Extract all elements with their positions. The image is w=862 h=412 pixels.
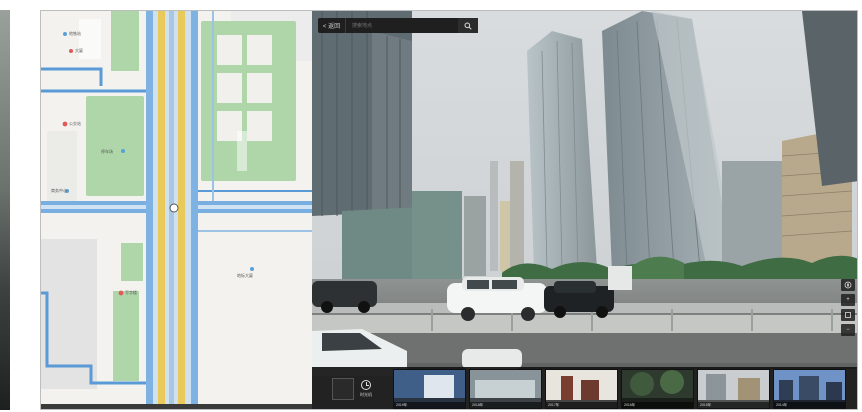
thumbnail-caption: 2017年 — [546, 402, 617, 408]
history-thumbnail[interactable]: 2014年 — [773, 369, 846, 409]
clock-icon — [361, 380, 371, 390]
history-thumbnail[interactable]: 2018年 — [469, 369, 542, 409]
map-panel[interactable]: 地铁站 大厦 公交站 停车场 写字楼 商务中心 地标大厦 — [41, 11, 312, 410]
history-thumbnail[interactable]: 2016年 — [621, 369, 694, 409]
street-view-panorama[interactable]: < 返回 + − — [312, 11, 858, 410]
search-input[interactable] — [346, 18, 458, 33]
history-thumbnail[interactable]: 2015年 — [697, 369, 770, 409]
compass-button[interactable] — [841, 279, 855, 291]
time-machine-dock: 时光机 — [314, 369, 390, 409]
fullscreen-button[interactable] — [841, 309, 855, 321]
current-view-thumbnail[interactable] — [332, 378, 354, 400]
time-machine-button[interactable]: 时光机 — [360, 380, 372, 398]
location-search-bar: < 返回 — [318, 18, 478, 33]
history-thumbnail[interactable]: 2017年 — [545, 369, 618, 409]
search-button[interactable] — [458, 18, 478, 33]
map-footer-bar — [41, 404, 312, 409]
previous-photo-edge — [0, 10, 10, 410]
thumbnail-caption: 2015年 — [698, 402, 769, 408]
zoom-out-button[interactable]: − — [841, 324, 855, 336]
thumbnail-caption: 2018年 — [470, 402, 541, 408]
map-poi-label[interactable]: 公交站 — [69, 121, 81, 127]
map-poi-label[interactable]: 大厦 — [75, 48, 83, 54]
map-poi-label[interactable]: 地铁站 — [69, 31, 81, 37]
compass-icon — [844, 281, 852, 289]
map-poi-label[interactable]: 地标大厦 — [237, 273, 253, 279]
time-machine-filmstrip: 时光机 2019年 2018年 2017年 2016年 2015年 2014年 — [312, 367, 857, 409]
fullscreen-icon — [845, 312, 851, 318]
thumbnail-caption: 2016年 — [622, 402, 693, 408]
map-poi-label[interactable]: 商务中心 — [51, 188, 67, 194]
back-button[interactable]: < 返回 — [318, 18, 346, 33]
zoom-in-button[interactable]: + — [841, 294, 855, 306]
view-controls: + − — [841, 279, 855, 336]
panorama-image[interactable] — [312, 11, 858, 410]
street-view-window: 地铁站 大厦 公交站 停车场 写字楼 商务中心 地标大厦 < 返回 搜索地点 +… — [40, 10, 858, 410]
thumbnail-caption: 2019年 — [394, 402, 465, 408]
history-thumbnail[interactable]: 2019年 — [393, 369, 466, 409]
minus-icon: − — [846, 327, 850, 333]
map-poi-label[interactable]: 写字楼 — [125, 290, 137, 296]
plus-icon: + — [846, 297, 850, 303]
screenshot-stage: 地铁站 大厦 公交站 停车场 写字楼 商务中心 地标大厦 < 返回 搜索地点 +… — [0, 0, 862, 412]
thumbnail-caption: 2014年 — [774, 402, 845, 408]
search-icon — [464, 22, 472, 30]
map-poi-label[interactable]: 停车场 — [101, 149, 113, 155]
map-canvas[interactable] — [41, 11, 312, 410]
time-machine-label: 时光机 — [360, 392, 372, 397]
